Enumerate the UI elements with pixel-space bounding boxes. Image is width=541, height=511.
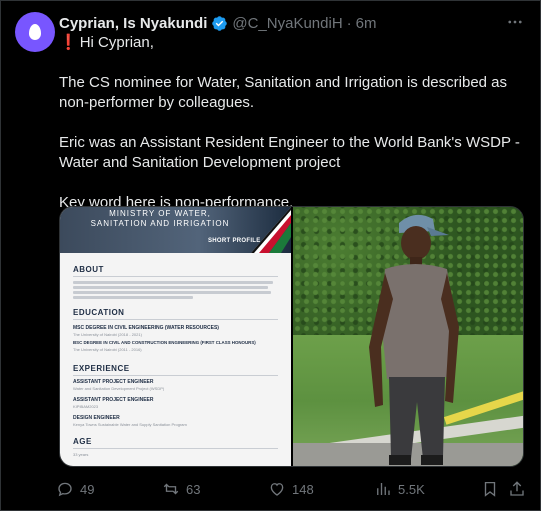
tweet-card[interactable]: Cyprian, Is Nyakundi @C_NyaKundiH · 6m ❗… bbox=[0, 0, 541, 511]
greeting-text: Hi Cyprian, bbox=[79, 34, 154, 51]
section-age: AGE bbox=[73, 437, 92, 446]
divider bbox=[73, 375, 278, 376]
timestamp[interactable]: 6m bbox=[356, 15, 377, 32]
degree-1-sub: The University of Nairobi (2018 - 2021) bbox=[73, 332, 142, 337]
repost-icon bbox=[163, 483, 179, 495]
tweet-header: Cyprian, Is Nyakundi @C_NyaKundiH · 6m bbox=[59, 13, 377, 33]
divider bbox=[73, 448, 278, 449]
job-2-sub: KIPIBAM2023 bbox=[73, 404, 99, 409]
reply-count: 49 bbox=[80, 481, 95, 497]
share-button[interactable] bbox=[508, 479, 526, 499]
verified-badge-icon bbox=[212, 15, 228, 31]
about-text-line bbox=[73, 281, 273, 284]
job-1: ASSISTANT PROJECT ENGINEER bbox=[73, 379, 154, 385]
job-3-sub: Kenya Towns Sustainable Water and Supply… bbox=[73, 422, 187, 427]
views-button[interactable]: 5.5K bbox=[374, 479, 425, 499]
person-photo[interactable] bbox=[293, 207, 523, 466]
profile-document-image[interactable]: MINISTRY OF WATER, SANITATION AND IRRIGA… bbox=[60, 207, 291, 466]
author-handle[interactable]: @C_NyaKundiH bbox=[232, 15, 342, 32]
job-1-sub: Water and Sanitation Development Project… bbox=[73, 386, 165, 391]
avatar[interactable] bbox=[15, 12, 55, 52]
section-experience: EXPERIENCE bbox=[73, 364, 130, 373]
avatar-egg-icon bbox=[29, 24, 41, 40]
about-text-line bbox=[73, 286, 268, 289]
section-about: ABOUT bbox=[73, 265, 104, 274]
views-count: 5.5K bbox=[398, 481, 425, 497]
degree-2: BSC DEGREE IN CIVIL AND CONSTRUCTION ENG… bbox=[73, 340, 256, 345]
tweet-actions: 49 63 148 5.5K bbox=[56, 479, 528, 499]
short-profile-tag: SHORT PROFILE bbox=[208, 238, 261, 244]
about-text-line bbox=[73, 291, 271, 294]
separator-dot: · bbox=[346, 14, 352, 32]
analytics-icon bbox=[377, 483, 390, 495]
about-text-line bbox=[73, 296, 193, 299]
divider bbox=[73, 276, 278, 277]
exclamation-emoji: ❗ bbox=[59, 34, 78, 51]
bookmark-icon bbox=[484, 481, 496, 497]
like-count: 148 bbox=[292, 481, 314, 497]
heart-icon bbox=[270, 483, 284, 496]
tweet-media[interactable]: MINISTRY OF WATER, SANITATION AND IRRIGA… bbox=[59, 206, 524, 467]
document-title-line2: SANITATION AND IRRIGATION bbox=[90, 219, 230, 228]
degree-2-sub: The University of Nairobi (2011 - 2016) bbox=[73, 347, 142, 352]
tweet-paragraph-2: Eric was an Assistant Resident Engineer … bbox=[59, 134, 520, 171]
age-value: 33 years bbox=[73, 452, 89, 457]
more-options-icon[interactable] bbox=[504, 11, 526, 33]
reply-button[interactable]: 49 bbox=[56, 479, 94, 499]
divider bbox=[73, 319, 278, 320]
bookmark-button[interactable] bbox=[481, 479, 499, 499]
document-title-line1: MINISTRY OF WATER, bbox=[109, 209, 211, 218]
share-icon bbox=[510, 481, 524, 496]
tweet-paragraph-1: The CS nominee for Water, Sanitation and… bbox=[59, 74, 508, 111]
document-title: MINISTRY OF WATER, SANITATION AND IRRIGA… bbox=[60, 209, 260, 229]
job-2: ASSISTANT PROJECT ENGINEER bbox=[73, 397, 154, 403]
degree-1: MSC DEGREE IN CIVIL ENGINEERING (WATER R… bbox=[73, 325, 219, 331]
tweet-text: ❗ Hi Cyprian, The CS nominee for Water, S… bbox=[59, 33, 529, 233]
repost-button[interactable]: 63 bbox=[162, 479, 200, 499]
repost-count: 63 bbox=[186, 481, 201, 497]
reply-icon bbox=[58, 482, 72, 497]
person-figure bbox=[369, 214, 459, 465]
section-education: EDUCATION bbox=[73, 308, 125, 317]
like-button[interactable]: 148 bbox=[268, 479, 314, 499]
job-3: DESIGN ENGINEER bbox=[73, 415, 120, 421]
author-name[interactable]: Cyprian, Is Nyakundi bbox=[59, 15, 207, 32]
